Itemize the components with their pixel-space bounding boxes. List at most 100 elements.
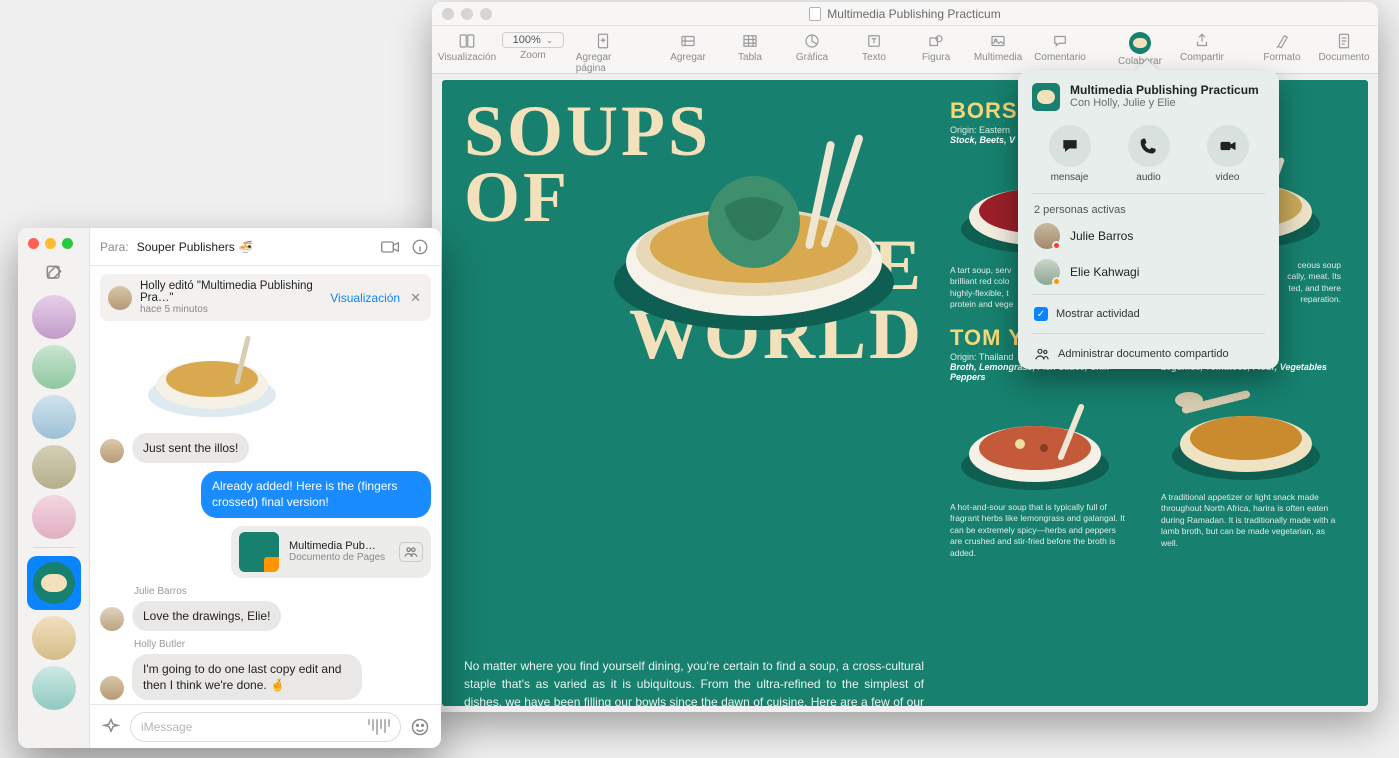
toolbar-view-label: Visualización [438, 52, 496, 63]
toolbar-chart[interactable]: Gráfica [790, 32, 834, 63]
collab-person[interactable]: Elie Kahwagi [1020, 254, 1277, 290]
toolbar-comment-label: Comentario [1034, 52, 1086, 63]
collaborate-avatar-icon [1129, 32, 1151, 54]
conversation-avatar[interactable] [32, 495, 76, 539]
attachment-thumb [239, 532, 279, 572]
toolbar-share[interactable]: Compartir [1180, 32, 1224, 63]
soup-desc: A hot-and-sour soup that is typically fu… [950, 502, 1130, 559]
conversation-avatar[interactable] [32, 395, 76, 439]
message-row [100, 329, 431, 425]
toolbar-comment[interactable]: Comentario [1038, 32, 1082, 63]
to-label: Para: [100, 240, 129, 254]
toolbar-shape-label: Figura [922, 52, 950, 63]
compose-button[interactable] [40, 261, 68, 285]
minimize-icon[interactable] [45, 238, 56, 249]
image-attachment[interactable] [132, 329, 292, 425]
close-icon[interactable]: ✕ [408, 290, 423, 306]
toolbar-text[interactable]: Texto [852, 32, 896, 63]
conversation-avatar[interactable] [32, 666, 76, 710]
close-icon[interactable] [28, 238, 39, 249]
recipient-name[interactable]: Souper Publishers 🍜 [137, 240, 253, 254]
message-input-bar: iMessage [90, 704, 441, 748]
collab-video-button[interactable]: video [1207, 125, 1249, 183]
collab-manage-button[interactable]: Administrar documento compartido [1020, 338, 1277, 374]
avatar [100, 676, 124, 700]
collab-message-button[interactable]: mensaje [1049, 125, 1091, 183]
conversation-avatar[interactable] [32, 445, 76, 489]
collab-person-name: Julie Barros [1070, 229, 1133, 243]
toolbar-add-page[interactable]: Agregar página [576, 32, 630, 74]
conversation-selected[interactable] [27, 556, 81, 610]
collab-manage-label: Administrar documento compartido [1058, 348, 1229, 360]
apps-button[interactable] [100, 716, 122, 738]
collaboration-popover: Multimedia Publishing Practicum Con Holl… [1018, 71, 1279, 369]
message-row: I'm going to do one last copy edit and t… [100, 654, 431, 700]
collaborators-icon[interactable] [399, 542, 423, 562]
soup-illustration [950, 388, 1120, 498]
message-row: Multimedia Pub… Documento de Pages [100, 526, 431, 578]
toolbar-insert-label: Agregar [670, 52, 706, 63]
messages-sidebar [18, 228, 90, 748]
collab-audio-button[interactable]: audio [1128, 125, 1170, 183]
checkbox-checked-icon[interactable]: ✓ [1034, 307, 1048, 321]
message-bubble[interactable]: Just sent the illos! [132, 433, 249, 463]
message-bubble[interactable]: I'm going to do one last copy edit and t… [132, 654, 362, 700]
toolbar-document[interactable]: Documento [1322, 32, 1366, 63]
message-icon [1049, 125, 1091, 167]
document-attachment[interactable]: Multimedia Pub… Documento de Pages [231, 526, 431, 578]
conversation-avatar[interactable] [32, 616, 76, 660]
toolbar-format[interactable]: Formato [1260, 32, 1304, 63]
window-controls[interactable] [442, 8, 492, 20]
minimize-icon[interactable] [461, 8, 473, 20]
collab-audio-label: audio [1136, 172, 1160, 183]
conversation-avatar[interactable] [32, 345, 76, 389]
close-icon[interactable] [442, 8, 454, 20]
zoom-icon[interactable] [62, 238, 73, 249]
message-bubble-sent[interactable]: Already added! Here is the (fingers cros… [201, 471, 431, 517]
collab-active-label: 2 personas activas [1020, 198, 1277, 218]
collab-show-activity[interactable]: ✓ Mostrar actividad [1020, 299, 1277, 329]
conversation-avatar[interactable] [32, 295, 76, 339]
toolbar-insert[interactable]: Agregar [666, 32, 710, 63]
chevron-down-icon: ⌄ [546, 35, 554, 46]
message-thread[interactable]: Holly editó "Multimedia Publishing Pra…"… [90, 266, 441, 704]
soup-illustration [1161, 378, 1331, 488]
info-button[interactable] [409, 236, 431, 258]
facetime-button[interactable] [379, 236, 401, 258]
toolbar-view[interactable]: Visualización [444, 32, 490, 63]
message-input[interactable]: iMessage [130, 712, 401, 742]
collab-notice: Holly editó "Multimedia Publishing Pra…"… [100, 274, 431, 321]
collab-message-label: mensaje [1051, 172, 1089, 183]
avatar [108, 286, 132, 310]
doc-left-column: SOUPS OF THE WORLD No ma [464, 98, 924, 688]
avatar [1034, 223, 1060, 249]
toolbar-table-label: Tabla [738, 52, 762, 63]
emoji-button[interactable] [409, 716, 431, 738]
avatar [1034, 259, 1060, 285]
window-controls[interactable] [28, 234, 73, 255]
collab-video-label: video [1216, 172, 1240, 183]
document-icon [809, 7, 821, 21]
avatar [100, 439, 124, 463]
toolbar-zoom[interactable]: 100% ⌄ Zoom [508, 32, 558, 61]
toolbar-shape[interactable]: Figura [914, 32, 958, 63]
zoom-dropdown[interactable]: 100% ⌄ [502, 32, 565, 48]
avatar [100, 607, 124, 631]
toolbar-media[interactable]: Multimedia [976, 32, 1020, 63]
message-row: Love the drawings, Elie! [100, 601, 431, 631]
messages-window: Para: Souper Publishers 🍜 Holly editó "M… [18, 228, 441, 748]
sender-name: Holly Butler [134, 639, 431, 650]
people-icon [1034, 346, 1050, 362]
collab-doc-thumb [1032, 83, 1060, 111]
pages-titlebar[interactable]: Multimedia Publishing Practicum [432, 2, 1378, 26]
collab-person[interactable]: Julie Barros [1020, 218, 1277, 254]
audio-message-icon[interactable] [368, 719, 390, 735]
message-bubble[interactable]: Love the drawings, Elie! [132, 601, 281, 631]
attachment-subtitle: Documento de Pages [289, 552, 389, 563]
notice-view-link[interactable]: Visualización [330, 291, 400, 305]
zoom-icon[interactable] [480, 8, 492, 20]
sender-name: Julie Barros [134, 586, 431, 597]
toolbar-collaborate[interactable]: Colaborar [1118, 32, 1162, 67]
collab-header: Multimedia Publishing Practicum Con Holl… [1020, 83, 1277, 111]
toolbar-table[interactable]: Tabla [728, 32, 772, 63]
